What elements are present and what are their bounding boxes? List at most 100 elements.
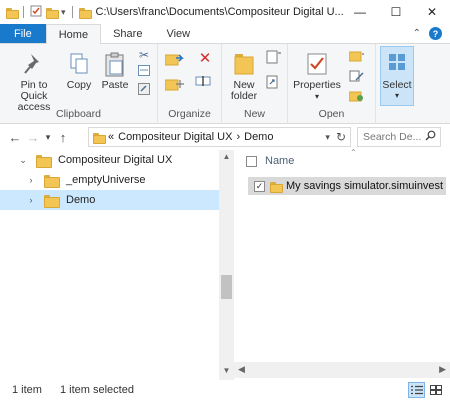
search-input[interactable]: Search De...	[363, 131, 421, 143]
search-box[interactable]: Search De...	[357, 127, 441, 147]
ribbon-tabs: File Home Share View ⌃ ?	[0, 24, 450, 44]
rename-icon[interactable]	[195, 74, 215, 91]
scroll-up-icon[interactable]: ▲	[219, 152, 234, 161]
file-list-pane: ⌃ Name ✓ My savings simulator.simuinvest	[234, 148, 450, 380]
ribbon-controls: ⌃ ?	[413, 24, 450, 43]
scrollbar-thumb[interactable]	[221, 275, 232, 299]
tree-item-label: _emptyUniverse	[66, 174, 146, 186]
breadcrumb-compositeur[interactable]: Compositeur Digital UX	[118, 131, 232, 143]
scroll-down-icon[interactable]: ▼	[219, 366, 234, 375]
scroll-right-icon[interactable]: ▶	[439, 364, 446, 375]
new-small-buttons	[264, 50, 284, 92]
paste-shortcut-icon[interactable]	[138, 83, 150, 98]
divider	[71, 6, 73, 18]
select-all-checkbox[interactable]	[246, 155, 257, 167]
folder-icon	[78, 7, 92, 19]
new-item-icon[interactable]	[266, 50, 282, 67]
group-label-open: Open	[318, 108, 345, 120]
tab-file[interactable]: File	[0, 24, 46, 43]
tree-item-demo[interactable]: › Demo	[0, 190, 219, 210]
tree-item-emptyuniverse[interactable]: › _emptyUniverse	[0, 170, 219, 190]
large-icons-view-icon	[429, 385, 442, 395]
address-bar[interactable]: « Compositeur Digital UX › Demo ▾ ↻	[88, 127, 351, 147]
details-view-button[interactable]	[408, 382, 425, 398]
tab-view[interactable]: View	[154, 24, 202, 43]
refresh-icon[interactable]: ↻	[336, 130, 346, 144]
folder-icon	[6, 7, 19, 19]
scroll-left-icon[interactable]: ◀	[238, 364, 245, 375]
open-small-buttons	[346, 50, 368, 105]
pin-icon	[24, 54, 39, 74]
chevron-expanded-icon[interactable]: ⌄	[18, 155, 28, 166]
file-list-h-scrollbar[interactable]: ◀ ▶	[234, 362, 450, 378]
edit-icon[interactable]	[349, 70, 365, 85]
recent-locations-button[interactable]: ▾	[42, 132, 54, 143]
forward-button[interactable]: →	[24, 130, 42, 145]
column-header-row: Name	[234, 150, 450, 172]
file-row[interactable]: ✓ My savings simulator.simuinvest	[248, 177, 446, 195]
ribbon: Pin to Quick access Copy Paste ✂ Clipboa…	[0, 44, 450, 124]
history-icon[interactable]	[348, 90, 365, 105]
clipboard-group: Pin to Quick access Copy Paste ✂ Clipboa…	[0, 44, 158, 124]
up-button[interactable]: ↑	[54, 130, 72, 145]
quick-access-toolbar: ▾	[0, 5, 92, 20]
item-count: 1 item	[12, 384, 42, 396]
properties-button[interactable]: Properties ▾	[292, 52, 342, 102]
collapse-ribbon-icon[interactable]: ⌃	[413, 28, 421, 39]
easy-access-icon[interactable]	[266, 75, 282, 92]
cut-icon[interactable]: ✂	[139, 49, 149, 61]
chevron-down-icon: ▾	[394, 91, 399, 100]
move-to-icon[interactable]	[164, 52, 185, 69]
folder-icon	[93, 132, 106, 144]
new-folder-button[interactable]: New folder	[226, 52, 262, 102]
close-button[interactable]: ✕	[414, 0, 450, 24]
copy-to-icon[interactable]	[164, 77, 185, 94]
breadcrumb-demo[interactable]: Demo	[244, 131, 273, 143]
chevron-right-icon[interactable]: ›	[26, 195, 36, 205]
tab-share[interactable]: Share	[101, 24, 154, 43]
maximize-button[interactable]: ☐	[378, 0, 414, 24]
properties-icon	[307, 53, 327, 75]
organize-group: ✕ Organize	[158, 44, 222, 124]
copy-path-icon[interactable]	[138, 65, 150, 79]
open-icon[interactable]	[348, 50, 365, 65]
nav-pane-scrollbar[interactable]: ▲ ▼	[219, 150, 234, 380]
properties-check-icon[interactable]	[30, 5, 42, 20]
column-header-name[interactable]: Name	[265, 155, 294, 167]
breadcrumb-separator[interactable]: ›	[236, 131, 240, 143]
help-icon[interactable]: ?	[429, 27, 442, 40]
folder-icon	[44, 174, 60, 188]
new-group: New folder New	[222, 44, 288, 124]
chevron-down-icon[interactable]: ▾	[325, 132, 330, 143]
status-bar: 1 item 1 item selected	[0, 380, 450, 400]
select-label: Select	[382, 79, 412, 91]
group-label-organize: Organize	[168, 108, 211, 120]
select-button[interactable]: Select ▾	[380, 46, 414, 106]
window-title: C:\Users\franc\Documents\Compositeur Dig…	[95, 6, 344, 18]
minimize-button[interactable]: —	[342, 0, 378, 24]
copy-button[interactable]: Copy	[64, 52, 94, 91]
navigation-pane: ⌄ Compositeur Digital UX › _emptyUnivers…	[0, 150, 219, 380]
group-label-clipboard: Clipboard	[56, 108, 101, 120]
paste-icon	[105, 52, 124, 77]
delete-icon[interactable]: ✕	[199, 51, 212, 66]
back-button[interactable]: ←	[6, 130, 24, 145]
search-icon[interactable]	[425, 130, 436, 144]
pin-to-quick-access-button[interactable]: Pin to Quick access	[6, 52, 62, 113]
details-view-icon	[410, 385, 423, 395]
item-checkbox[interactable]: ✓	[254, 180, 265, 192]
group-label-new: New	[243, 108, 265, 120]
paste-button[interactable]: Paste	[98, 52, 132, 91]
breadcrumb-overflow[interactable]: «	[108, 131, 114, 143]
copy-icon	[70, 53, 88, 74]
tab-home[interactable]: Home	[45, 24, 102, 44]
tree-item-compositeur[interactable]: ⌄ Compositeur Digital UX	[0, 150, 219, 170]
new-folder-icon[interactable]	[46, 7, 59, 19]
chevron-down-icon[interactable]: ▾	[61, 7, 66, 18]
view-buttons	[408, 382, 444, 398]
selected-count: 1 item selected	[59, 384, 134, 396]
chevron-right-icon[interactable]: ›	[26, 175, 36, 185]
large-icons-view-button[interactable]	[427, 382, 444, 398]
folder-icon	[36, 154, 52, 168]
select-group: Select ▾	[376, 44, 450, 124]
